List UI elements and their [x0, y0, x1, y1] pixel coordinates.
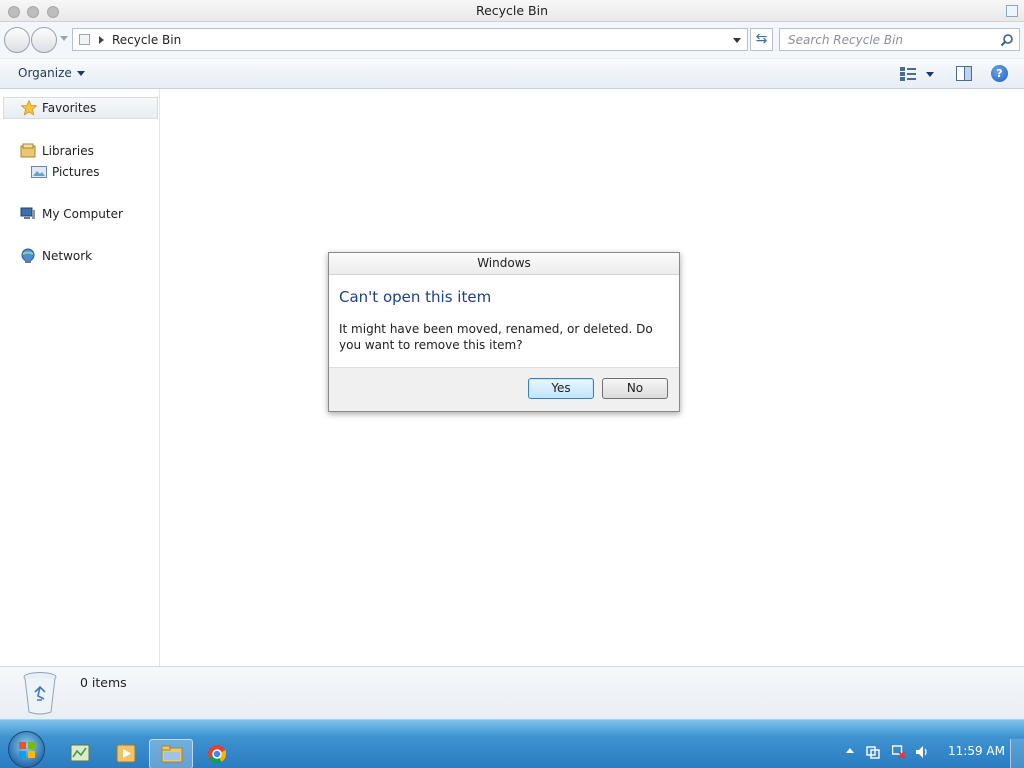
yes-button[interactable]: Yes [528, 378, 594, 399]
recycle-bin-icon [23, 672, 57, 715]
window-restore-icon[interactable] [1006, 5, 1018, 17]
window-title: Recycle Bin [475, 3, 549, 18]
navigation-pane: Favorites Libraries Pictures My Computer… [0, 89, 160, 666]
recent-pages-dropdown[interactable] [60, 36, 68, 41]
media-player-icon [116, 744, 136, 763]
window-title-bar: Recycle Bin [0, 0, 1024, 22]
dialog-message: It might have been moved, renamed, or de… [339, 322, 653, 352]
volume-icon[interactable] [915, 745, 929, 759]
network-status-icon[interactable] [892, 745, 906, 759]
nav-network[interactable]: Network [42, 249, 92, 263]
error-dialog: Windows Can't open this item It might ha… [328, 252, 680, 412]
recycle-bin-small-icon [79, 34, 90, 45]
taskbar: 11:59 AM [0, 719, 1024, 768]
address-history-dropdown[interactable] [733, 38, 741, 43]
nav-favorites[interactable]: Favorites [3, 97, 158, 119]
forward-button[interactable] [31, 27, 57, 53]
refresh-button[interactable]: ⇆ [750, 28, 773, 51]
nav-my-computer[interactable]: My Computer [42, 207, 123, 221]
organize-button[interactable]: Organize [18, 66, 85, 80]
search-input[interactable]: Search Recycle Bin [779, 28, 1020, 51]
view-options-dropdown[interactable] [926, 72, 934, 77]
pictures-icon [31, 166, 47, 178]
chrome-icon [208, 745, 226, 764]
folder-icon [161, 745, 183, 763]
help-icon[interactable]: ? [991, 65, 1008, 82]
refresh-icon: ⇆ [755, 31, 768, 47]
nav-favorites-label: Favorites [42, 101, 97, 115]
action-center-icon[interactable] [866, 745, 880, 759]
back-button[interactable] [4, 27, 30, 53]
no-button[interactable]: No [602, 378, 668, 399]
computer-icon [20, 207, 35, 219]
start-button[interactable] [8, 731, 45, 768]
change-view-icon[interactable] [900, 67, 916, 81]
details-pane: 0 items [0, 666, 1024, 719]
item-count: 0 items [80, 675, 127, 690]
command-toolbar: Organize ? [0, 58, 1024, 89]
preview-pane-icon[interactable] [956, 66, 972, 81]
address-bar[interactable]: Recycle Bin [72, 28, 748, 51]
chevron-down-icon [76, 71, 85, 76]
taskbar-chrome[interactable] [195, 739, 239, 768]
breadcrumb-recycle-bin[interactable]: Recycle Bin [112, 33, 181, 47]
organize-label: Organize [18, 66, 72, 80]
nav-libraries[interactable]: Libraries [42, 144, 94, 158]
search-placeholder: Search Recycle Bin [788, 33, 904, 47]
taskbar-media-player[interactable] [104, 739, 148, 768]
windows-logo-icon [19, 742, 35, 758]
breadcrumb-chevron-icon[interactable] [99, 36, 104, 44]
dialog-heading: Can't open this item [339, 288, 492, 306]
show-hidden-icons-button[interactable] [846, 748, 854, 753]
taskbar-clock[interactable]: 11:59 AM [948, 744, 1005, 758]
taskbar-windows-explorer[interactable] [149, 739, 193, 768]
star-icon [21, 100, 37, 116]
show-desktop-button[interactable] [1010, 739, 1024, 768]
dialog-title: Windows [329, 253, 679, 275]
libraries-icon [20, 143, 36, 158]
address-row: Recycle Bin ⇆ Search Recycle Bin [0, 22, 1024, 58]
dialog-button-bar: Yes No [329, 367, 679, 411]
nav-pictures[interactable]: Pictures [52, 165, 100, 179]
network-icon [21, 248, 35, 263]
search-icon[interactable] [1000, 33, 1014, 47]
task-manager-icon [70, 744, 90, 762]
taskbar-task-manager[interactable] [58, 739, 102, 768]
